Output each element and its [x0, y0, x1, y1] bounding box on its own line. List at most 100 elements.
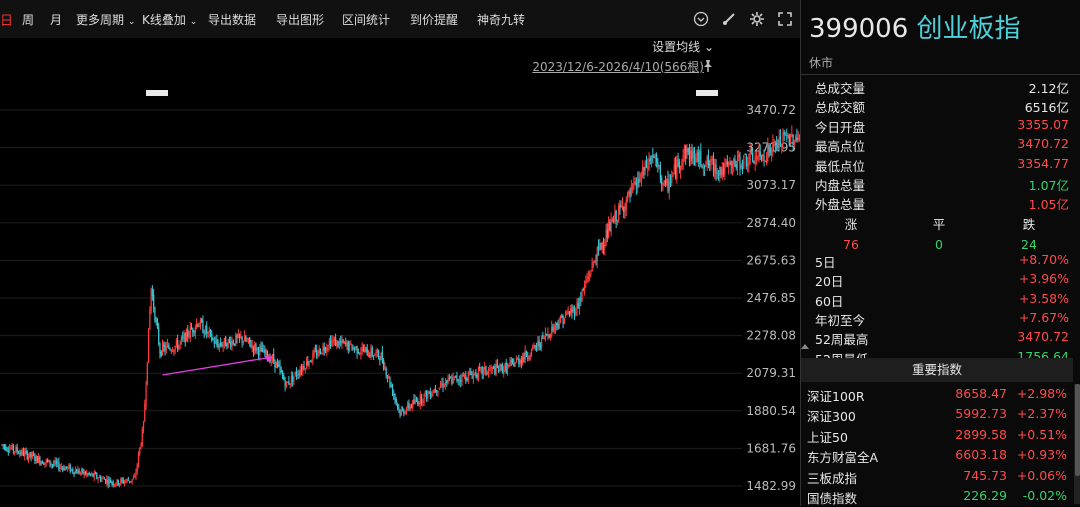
- candle-body: [744, 153, 746, 155]
- candle-body: [504, 363, 506, 370]
- tab-day-partial[interactable]: 日: [0, 10, 13, 29]
- stat-value: 1.05亿: [1028, 197, 1069, 213]
- candle-body: [683, 147, 686, 154]
- stat-row: 最高点位 3470.72: [801, 134, 1080, 154]
- candle-body: [285, 381, 287, 386]
- candle-body: [19, 452, 21, 455]
- candle-body: [113, 484, 116, 486]
- candle-body: [359, 352, 361, 355]
- price-alert-button[interactable]: 到价提醒: [410, 11, 458, 28]
- candle-body: [196, 323, 198, 328]
- major-index-row[interactable]: 上证50 2899.58 +0.51%: [801, 425, 1073, 445]
- candle-body: [693, 149, 696, 165]
- collapse-arrow-icon[interactable]: [801, 344, 809, 349]
- candle-body: [480, 367, 482, 369]
- y-tick-label: 2476.85: [746, 291, 796, 305]
- candle-body: [369, 355, 371, 357]
- candle-body: [557, 324, 559, 328]
- candle-body: [647, 166, 649, 170]
- major-indices-header[interactable]: 重要指数: [801, 358, 1073, 382]
- candle-body: [659, 165, 661, 180]
- candle-body: [131, 479, 133, 482]
- candle-body: [168, 345, 170, 349]
- candle-body: [342, 340, 344, 344]
- stat-label: 5日: [815, 254, 836, 270]
- candle-body: [15, 447, 17, 452]
- major-index-row[interactable]: 三板成指 745.73 +0.06%: [801, 466, 1073, 486]
- candle-body: [103, 478, 105, 480]
- candle-body: [97, 478, 99, 480]
- candle-body: [316, 350, 318, 357]
- stat-value: +7.67%: [1018, 309, 1069, 325]
- candle-body: [680, 166, 682, 171]
- range-stats-button[interactable]: 区间统计: [342, 11, 390, 28]
- fullscreen-icon[interactable]: [776, 10, 794, 28]
- major-index-row[interactable]: 深证300 5992.73 +2.37%: [801, 404, 1073, 424]
- major-index-row[interactable]: 国债指数 226.29 -0.02%: [801, 486, 1073, 506]
- candle-body: [759, 151, 761, 157]
- candle-body: [601, 242, 603, 250]
- candle-body: [41, 460, 44, 464]
- candle-body: [468, 372, 471, 374]
- settings-icon[interactable]: [748, 10, 766, 28]
- export-graph-button[interactable]: 导出图形: [276, 11, 324, 28]
- candle-body: [741, 166, 744, 169]
- candle-body: [431, 393, 433, 398]
- candle-body: [597, 245, 600, 250]
- candle-body: [139, 447, 141, 455]
- candle-body: [117, 480, 119, 485]
- candle-body: [457, 379, 459, 381]
- candle-body: [709, 164, 711, 166]
- candle-body: [207, 331, 209, 333]
- stat-value: 1.07亿: [1028, 177, 1069, 193]
- export-data-button[interactable]: 导出数据: [208, 11, 256, 28]
- candle-body: [26, 451, 28, 459]
- candle-body: [136, 464, 138, 472]
- annotation-line: [162, 356, 273, 376]
- more-periods-dropdown[interactable]: 更多周期 ⌄: [76, 11, 135, 28]
- candle-body: [237, 334, 239, 338]
- candle-body: [92, 473, 94, 477]
- candle-body: [370, 348, 372, 358]
- tab-week[interactable]: 周: [22, 11, 34, 28]
- candle-body: [281, 373, 284, 377]
- index-stats: 总成交量 2.12亿 总成交额 6516亿 今日开盘 3355.07 最高点位 3470.72…: [801, 76, 1080, 367]
- major-index-row[interactable]: 东方财富全A 6603.18 +0.93%: [801, 445, 1073, 465]
- candle-body: [614, 211, 616, 220]
- candle-body: [518, 358, 520, 364]
- candle-body: [764, 161, 766, 163]
- candle-body: [492, 367, 495, 369]
- kline-chart-area[interactable]: 设置均线 ⌄ 2023/12/6-2026/4/10(566根) 3470.72…: [0, 38, 800, 506]
- candle-body: [739, 156, 741, 169]
- candle-body: [682, 154, 684, 162]
- candle-body: [413, 399, 415, 404]
- magic-nine-button[interactable]: 神奇九转: [477, 11, 525, 28]
- candle-body: [567, 311, 569, 315]
- index-name-cell: 三板成指: [807, 470, 858, 486]
- circle-chevron-icon[interactable]: [692, 10, 710, 28]
- kline-overlay-dropdown[interactable]: K线叠加 ⌄: [142, 11, 197, 28]
- candle-body: [506, 365, 509, 372]
- brush-icon[interactable]: [720, 10, 738, 28]
- tab-month[interactable]: 月: [50, 11, 62, 28]
- scrollbar[interactable]: [1074, 384, 1080, 504]
- major-index-row[interactable]: 深证100R 8658.47 +2.98%: [801, 384, 1073, 404]
- candle-body: [228, 339, 231, 341]
- candle-body: [777, 144, 779, 149]
- candle-body: [327, 347, 329, 349]
- candle-body: [372, 355, 375, 357]
- candle-body: [604, 244, 606, 249]
- scroll-thumb[interactable]: [1075, 384, 1080, 476]
- advance-label: 涨: [844, 216, 858, 232]
- candle-body: [7, 450, 9, 452]
- candle-body: [715, 164, 717, 175]
- candle-body: [305, 360, 308, 369]
- candle-body: [317, 354, 319, 356]
- candle-body: [630, 186, 632, 196]
- candle-body: [374, 354, 376, 356]
- candle-body: [566, 313, 568, 315]
- index-name-cell: 深证300: [807, 409, 856, 425]
- candle-body: [199, 319, 202, 328]
- candle-body: [432, 392, 434, 394]
- stat-label: 总成交量: [815, 81, 866, 96]
